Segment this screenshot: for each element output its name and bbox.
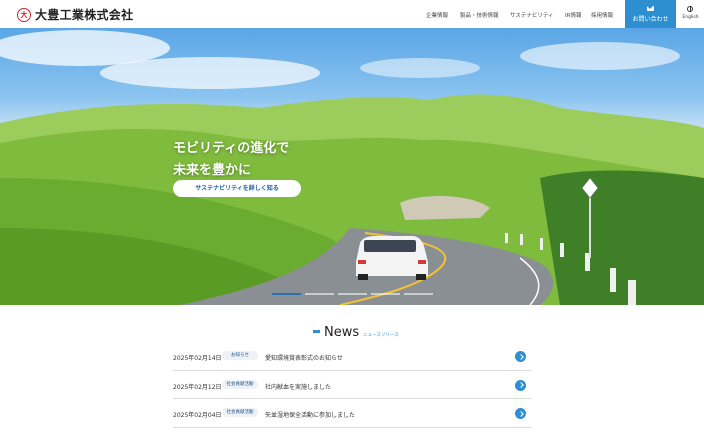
arrow-right-icon[interactable]: [515, 379, 526, 391]
news-subtitle: ニュースリリース: [363, 333, 399, 338]
nav-item-ir[interactable]: IR情報: [565, 11, 581, 19]
hero-title: モビリティの進化で 未来を豊かに: [173, 138, 289, 182]
hero-banner: モビリティの進化で 未来を豊かに サステナビリティを詳しく知る: [0, 28, 704, 305]
news-headline[interactable]: 愛知環境賞表彰式のお知らせ: [265, 353, 343, 362]
nav-item-products[interactable]: 製品・技術情報: [460, 11, 499, 19]
site-header: 大 大豊工業株式会社 企業情報 製品・技術情報 サステナビリティ IR情報 採用…: [0, 0, 704, 28]
slider-pagination: [272, 293, 433, 295]
sustainability-button[interactable]: サステナビリティを詳しく知る: [173, 180, 301, 197]
slider-dot[interactable]: [338, 293, 367, 295]
nav-item-recruit[interactable]: 採用情報: [591, 11, 613, 19]
arrow-right-icon[interactable]: [515, 408, 526, 419]
globe-icon: [687, 6, 693, 12]
contact-button[interactable]: お問い合わせ: [625, 0, 676, 28]
news-item[interactable]: 2025年02月12日 社会貢献活動 社内献血を実施しました: [173, 371, 532, 399]
news-headline[interactable]: 矢並湿地保全活動に参加しました: [265, 410, 355, 419]
language-button[interactable]: English: [677, 0, 704, 28]
news-date: 2025年02月12日: [173, 383, 222, 391]
logo-mark-icon: 大: [17, 7, 31, 22]
slider-dot[interactable]: [272, 293, 301, 295]
company-logo[interactable]: 大 大豊工業株式会社: [17, 6, 133, 23]
news-category-badge: 社会貢献活動: [222, 408, 258, 417]
news-date: 2025年02月14日: [173, 355, 222, 362]
arrow-right-icon[interactable]: [515, 351, 526, 362]
mail-icon: [647, 6, 654, 11]
news-title: News: [324, 325, 360, 340]
news-item[interactable]: 2025年02月14日 お知らせ 愛知環境賞表彰式のお知らせ: [173, 342, 532, 371]
hero-title-line1: モビリティの進化で: [173, 141, 290, 156]
slider-dot[interactable]: [305, 293, 334, 295]
language-button-label: English: [682, 15, 699, 20]
news-date: 2025年02月04日: [173, 412, 222, 419]
slider-dot[interactable]: [404, 293, 433, 295]
news-category-badge: お知らせ: [222, 351, 258, 360]
hero-landscape-image: [0, 30, 704, 305]
contact-button-label: お問い合わせ: [632, 16, 669, 23]
news-heading: News ニュースリリース: [313, 325, 399, 340]
company-name: 大豊工業株式会社: [35, 8, 134, 22]
news-item[interactable]: 2025年02月04日 社会貢献活動 矢並湿地保全活動に参加しました: [173, 399, 532, 428]
slider-dot[interactable]: [371, 293, 400, 295]
news-heading-accent: [313, 330, 320, 333]
news-headline[interactable]: 社内献血を実施しました: [265, 382, 331, 391]
hero-title-line2: 未来を豊かに: [173, 163, 252, 178]
news-list: 2025年02月14日 お知らせ 愛知環境賞表彰式のお知らせ 2025年02月1…: [173, 342, 532, 428]
nav-item-company[interactable]: 企業情報: [426, 11, 448, 19]
news-category-badge: 社会貢献活動: [222, 379, 258, 389]
nav-item-sustainability[interactable]: サステナビリティ: [510, 11, 554, 19]
